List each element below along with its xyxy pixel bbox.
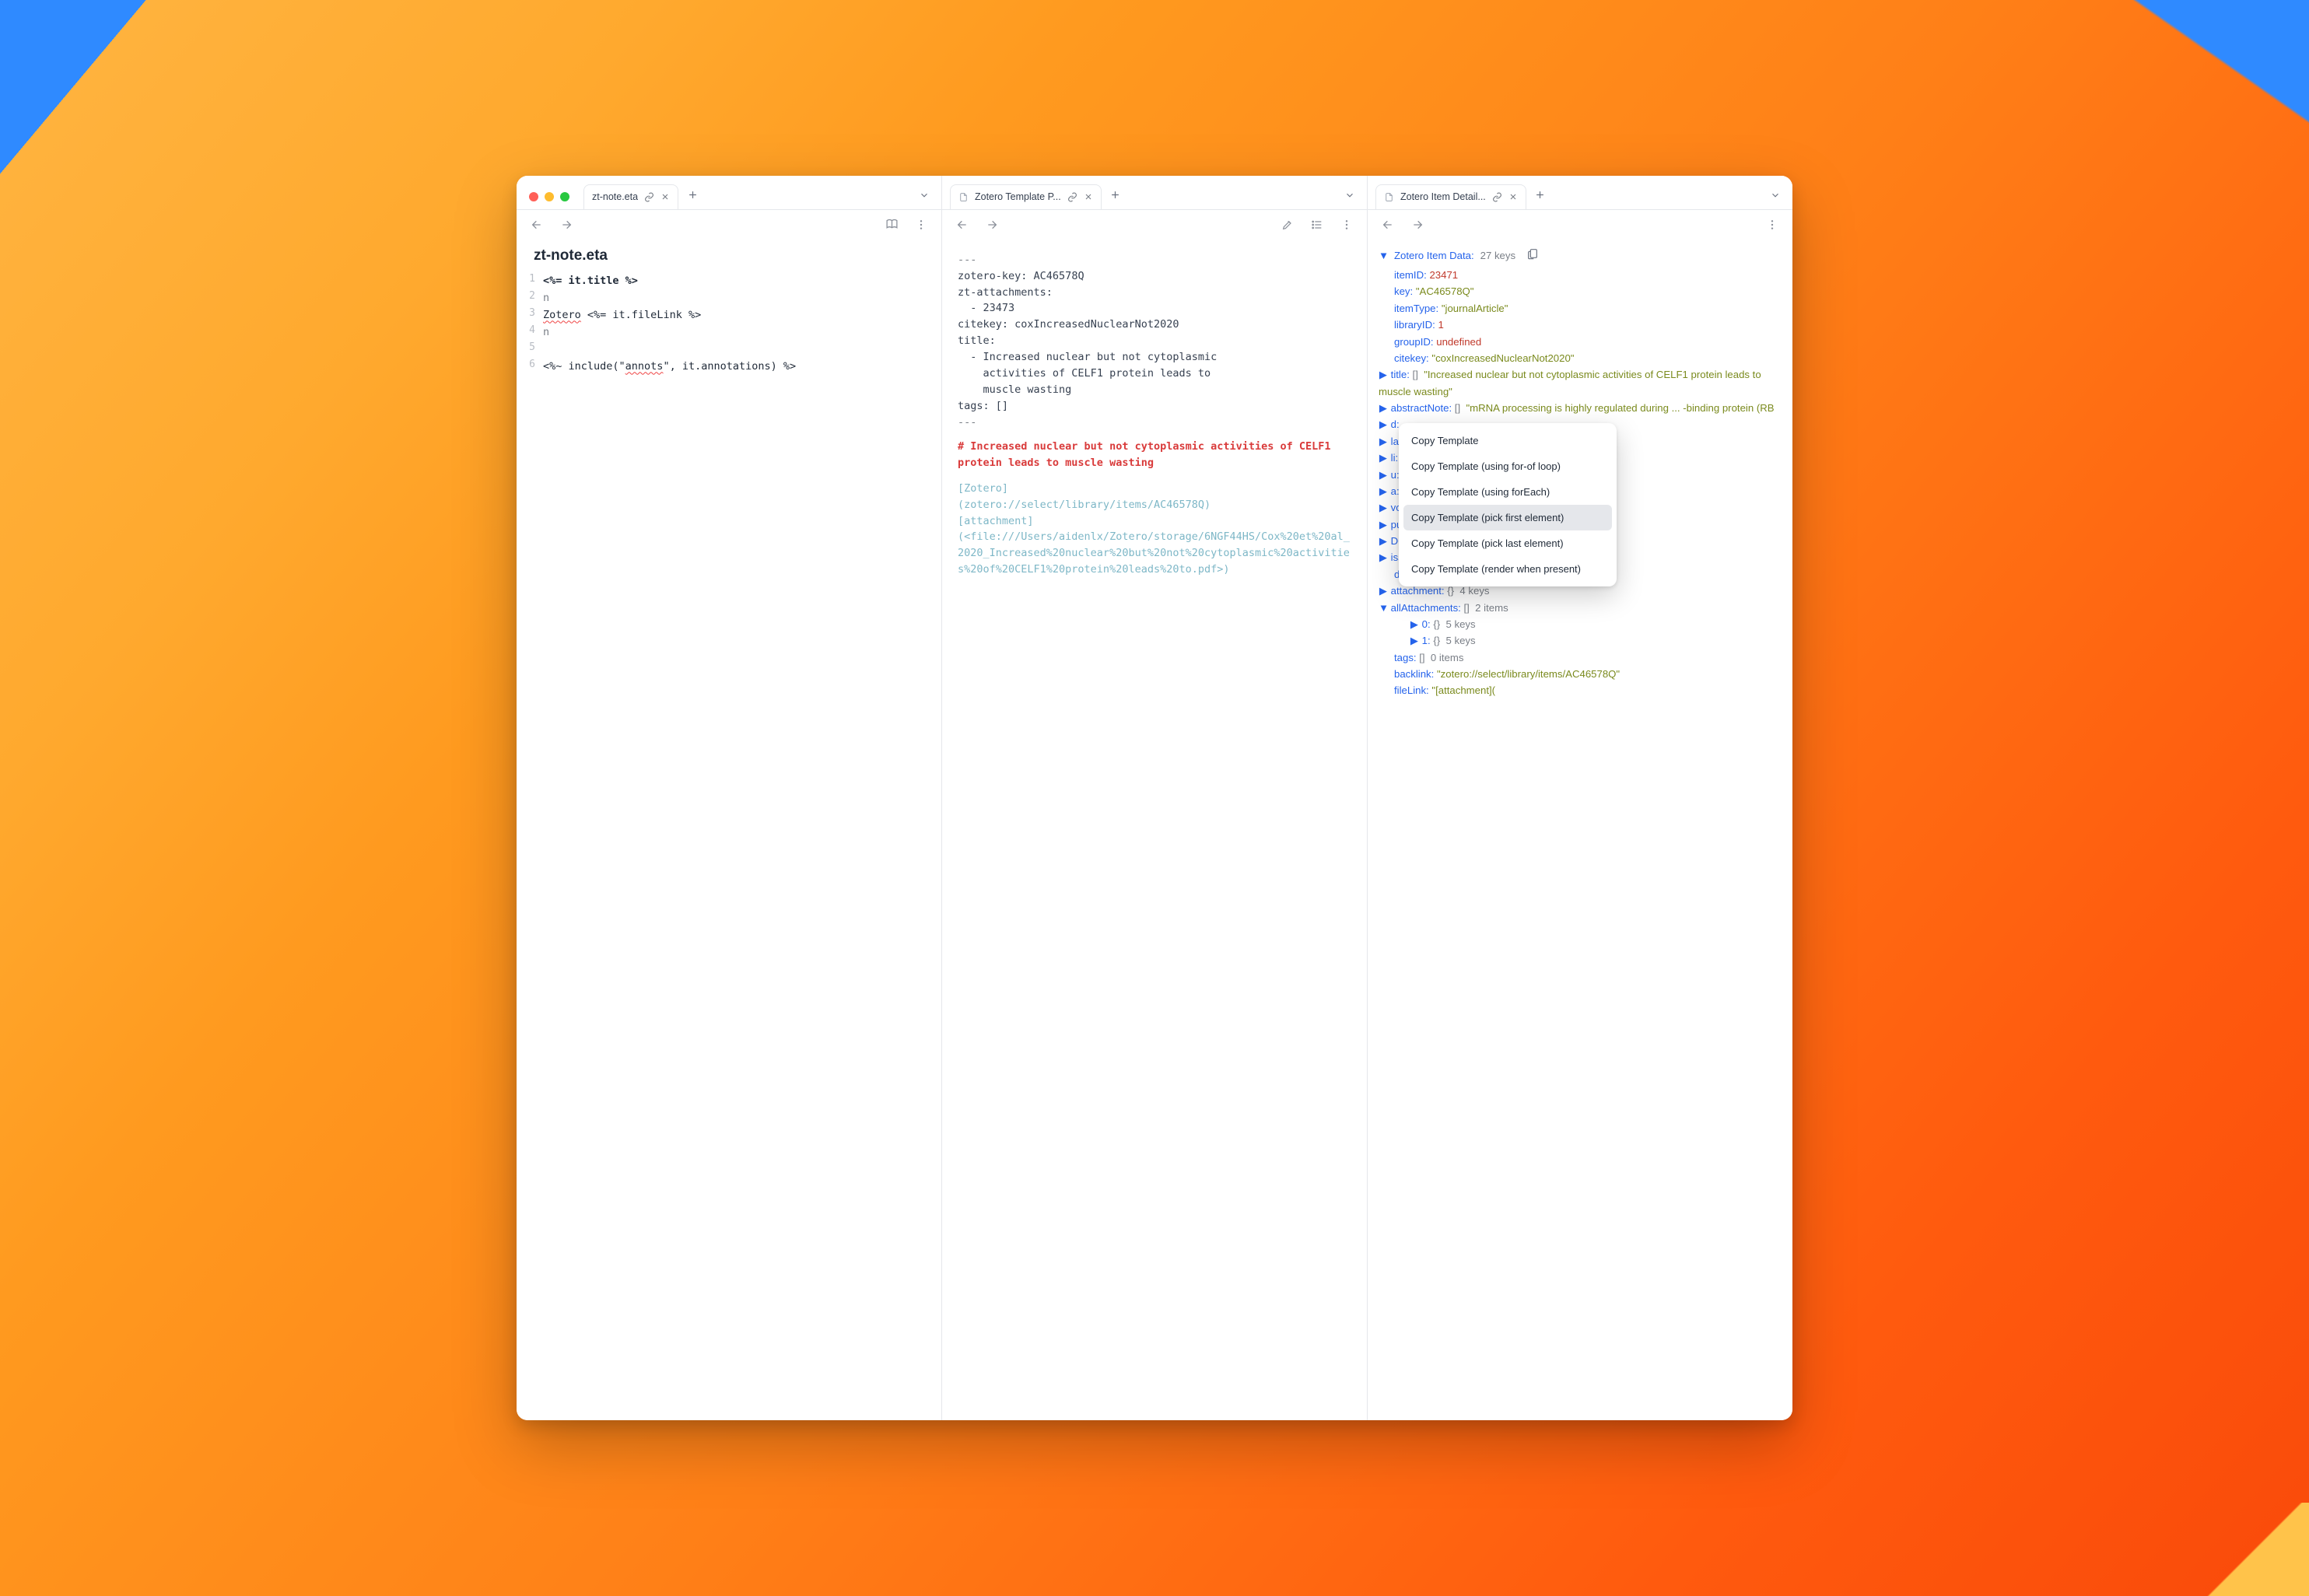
more-icon[interactable] <box>1337 215 1356 234</box>
document-icon <box>958 192 969 202</box>
pane-item-detail: Zotero Item Detail... ▼ <box>1368 176 1792 1421</box>
tab-options-button[interactable] <box>1764 184 1786 206</box>
close-icon[interactable] <box>1084 192 1093 201</box>
tree-row[interactable]: ▶ 0: {} 5 keys <box>1379 616 1782 632</box>
more-icon[interactable] <box>1763 215 1782 234</box>
markdown-link-block: [Zotero] (zotero://select/library/items/… <box>958 481 1351 579</box>
document-icon <box>1384 192 1394 202</box>
tabstrip: Zotero Template P... <box>942 176 1367 210</box>
link-icon[interactable] <box>1067 192 1077 202</box>
link-icon[interactable] <box>644 192 654 202</box>
tree-row[interactable]: ▼ allAttachments: [] 2 items <box>1379 600 1782 616</box>
forward-button[interactable] <box>1408 215 1427 234</box>
toolbar <box>1368 210 1792 240</box>
tree-row[interactable]: fileLink: "[attachment]( <box>1379 682 1782 698</box>
window-controls <box>529 192 569 201</box>
back-button[interactable] <box>953 215 972 234</box>
context-menu: Copy TemplateCopy Template (using for-of… <box>1399 423 1617 586</box>
more-icon[interactable] <box>912 215 930 234</box>
context-menu-item[interactable]: Copy Template (render when present) <box>1403 556 1612 582</box>
fm-line: activities of CELF1 protein leads to <box>958 366 1351 382</box>
fm-line: zotero-key: AC46578Q <box>958 268 1351 285</box>
back-button[interactable] <box>527 215 546 234</box>
code-line: n <box>543 326 549 338</box>
code-word: Zotero <box>543 309 581 321</box>
back-button[interactable] <box>1379 215 1397 234</box>
tab-preview[interactable]: Zotero Template P... <box>950 184 1102 209</box>
new-tab-button[interactable] <box>681 184 703 206</box>
context-menu-item[interactable]: Copy Template <box>1403 428 1612 453</box>
tab-label: zt-note.eta <box>592 191 638 202</box>
maximize-window-button[interactable] <box>560 192 569 201</box>
json-tree[interactable]: ▼ Zotero Item Data: 27 keys itemID: 2347… <box>1368 240 1792 710</box>
tree-row[interactable]: itemType: "journalArticle" <box>1379 300 1782 317</box>
context-menu-item[interactable]: Copy Template (using for-of loop) <box>1403 453 1612 479</box>
forward-button[interactable] <box>557 215 576 234</box>
markdown-preview[interactable]: --- zotero-key: AC46578Q zt-attachments:… <box>942 240 1367 591</box>
fm-line: zt-attachments: <box>958 285 1351 301</box>
close-window-button[interactable] <box>529 192 538 201</box>
context-menu-item[interactable]: Copy Template (pick first element) <box>1403 505 1612 530</box>
tab-options-button[interactable] <box>913 184 935 206</box>
toolbar <box>517 210 941 240</box>
toolbar <box>942 210 1367 240</box>
reading-mode-icon[interactable] <box>882 215 901 234</box>
markdown-heading: # Increased nuclear but not cytoplasmic … <box>958 439 1351 471</box>
tree-row[interactable]: ▶ 1: {} 5 keys <box>1379 632 1782 649</box>
fm-line: muscle wasting <box>958 382 1351 398</box>
context-menu-item[interactable]: Copy Template (using forEach) <box>1403 479 1612 505</box>
tree-row[interactable]: groupID: undefined <box>1379 334 1782 350</box>
tab-label: Zotero Template P... <box>975 191 1061 202</box>
page-title: zt-note.eta <box>517 240 941 264</box>
tree-row[interactable]: libraryID: 1 <box>1379 317 1782 333</box>
fm-line: citekey: coxIncreasedNuclearNot2020 <box>958 317 1351 333</box>
pane-template-editor: zt-note.eta zt-note <box>517 176 942 1421</box>
pane-preview: Zotero Template P... <box>942 176 1368 1421</box>
line-gutter: 123456 <box>518 272 535 376</box>
new-tab-button[interactable] <box>1105 184 1126 206</box>
link-icon[interactable] <box>1492 192 1502 202</box>
close-icon[interactable] <box>660 192 670 201</box>
fm-line: - Increased nuclear but not cytoplasmic <box>958 349 1351 366</box>
tree-root[interactable]: ▼ Zotero Item Data: 27 keys <box>1379 247 1782 264</box>
tree-row[interactable]: key: "AC46578Q" <box>1379 283 1782 299</box>
tree-row[interactable]: backlink: "zotero://select/library/items… <box>1379 666 1782 682</box>
frontmatter-rule: --- <box>958 252 1351 268</box>
fm-line: title: <box>958 333 1351 349</box>
code-editor[interactable]: 123456 <%= it.title %> n Zotero <%= it.f… <box>517 264 941 390</box>
app-window: zt-note.eta zt-note <box>517 176 1792 1421</box>
fm-line: - 23473 <box>958 300 1351 317</box>
tabstrip: Zotero Item Detail... <box>1368 176 1792 210</box>
list-format-icon[interactable] <box>1308 215 1326 234</box>
fm-line: tags: [] <box>958 398 1351 415</box>
tab-zt-note[interactable]: zt-note.eta <box>583 184 678 209</box>
forward-button[interactable] <box>983 215 1001 234</box>
tab-item-detail[interactable]: Zotero Item Detail... <box>1375 184 1526 209</box>
code-line: n <box>543 292 549 304</box>
code-body[interactable]: <%= it.title %> n Zotero <%= it.fileLink… <box>543 272 927 376</box>
context-menu-item[interactable]: Copy Template (pick last element) <box>1403 530 1612 556</box>
tab-options-button[interactable] <box>1339 184 1361 206</box>
tree-row[interactable]: itemID: 23471 <box>1379 267 1782 283</box>
tree-row[interactable]: citekey: "coxIncreasedNuclearNot2020" <box>1379 350 1782 366</box>
tree-row[interactable]: ▶ abstractNote: [] "mRNA processing is h… <box>1379 400 1782 416</box>
frontmatter-rule: --- <box>958 415 1351 431</box>
code-line: <%= it.title %> <box>543 275 638 287</box>
tabstrip: zt-note.eta <box>517 176 941 210</box>
tree-row[interactable]: tags: [] 0 items <box>1379 649 1782 666</box>
highlight-icon[interactable] <box>1278 215 1297 234</box>
tree-row[interactable]: ▶ title: [] "Increased nuclear but not c… <box>1379 366 1782 400</box>
code-word: annots <box>625 360 664 373</box>
clipboard-icon[interactable] <box>1526 247 1542 263</box>
new-tab-button[interactable] <box>1529 184 1551 206</box>
minimize-window-button[interactable] <box>545 192 554 201</box>
close-icon[interactable] <box>1508 192 1518 201</box>
tab-label: Zotero Item Detail... <box>1400 191 1486 202</box>
